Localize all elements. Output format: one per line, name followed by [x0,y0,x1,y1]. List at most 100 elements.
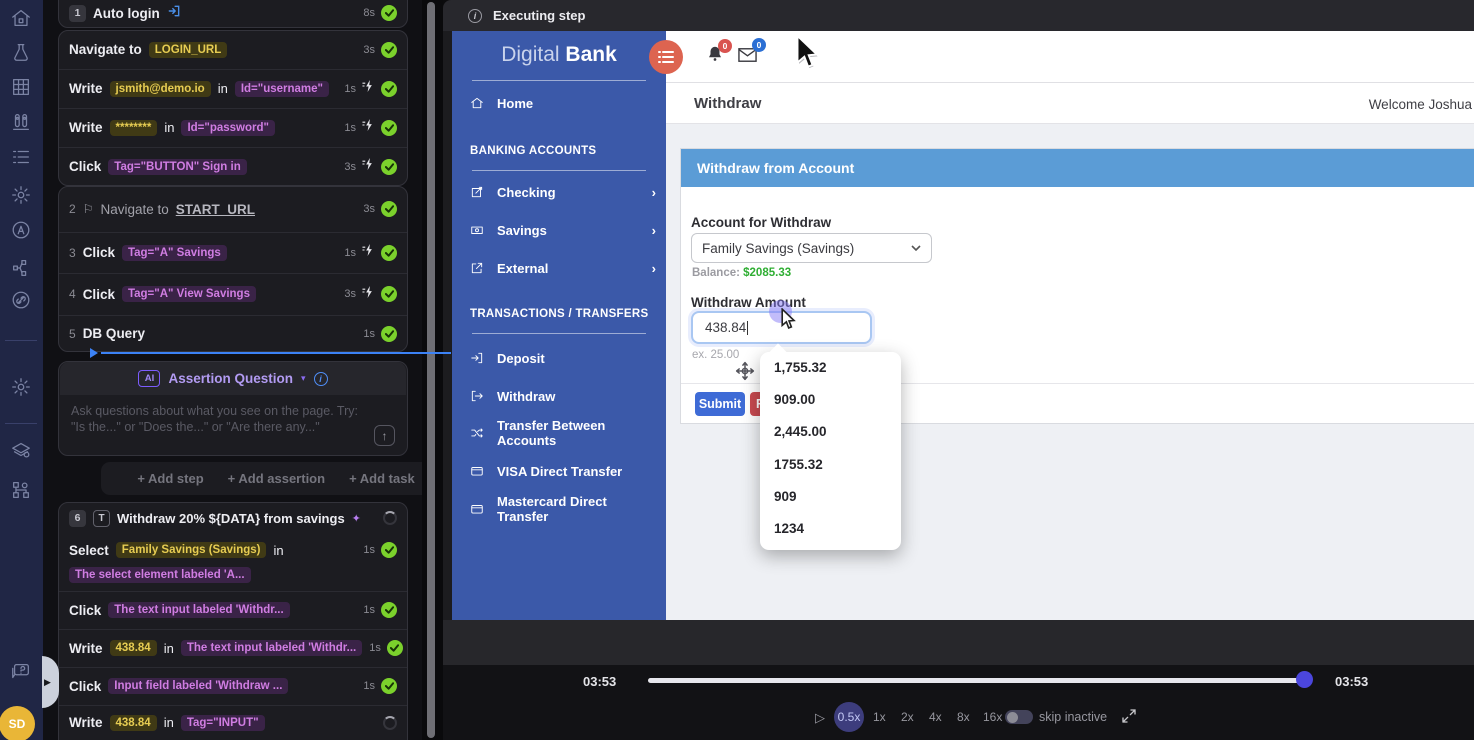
collections-icon[interactable] [10,111,32,133]
substep-row[interactable]: Click The text input labeled 'Withdr... … [58,591,408,629]
speed-2x-button[interactable]: 2x [901,710,914,724]
nav-deposit[interactable]: Deposit [470,349,656,367]
nav-section-banking: BANKING ACCOUNTS [470,145,596,157]
value-badge: jsmith@demo.io [110,81,211,97]
org-settings-icon[interactable] [10,479,32,501]
selector-badge: The text input labeled 'Withdr... [181,640,362,656]
rail-divider [5,340,37,341]
selector-badge: The text input labeled 'Withdr... [108,602,289,618]
progress-handle[interactable] [1296,671,1313,688]
info-icon[interactable]: i [314,372,328,386]
settings-gear-icon[interactable] [10,184,32,206]
executing-status-bar: i Executing step [443,0,1474,31]
speed-4x-button[interactable]: 4x [929,710,942,724]
play-icon[interactable]: ▷ [815,710,825,726]
tests-flask-icon[interactable] [10,41,32,63]
chevron-down-icon [911,245,921,251]
bank-sidebar: Digital Bank Home BANKING ACCOUNTS Check… [452,31,666,620]
pipelines-icon[interactable] [10,257,32,279]
add-step-button[interactable]: + Add step [137,471,203,486]
autocomplete-option[interactable]: 2,445.00 [774,424,827,439]
step6-header-row[interactable]: 6 T Withdraw 20% ${DATA} from savings ✦ [58,505,408,531]
menu-icon [658,50,674,64]
step-duration: 3s [344,288,356,300]
success-check-icon [381,602,397,618]
running-spinner [383,511,397,525]
autocomplete-option[interactable]: 1234 [774,521,804,536]
add-assertion-button[interactable]: + Add assertion [228,471,325,486]
balance-value: $2085.33 [743,267,791,279]
send-arrow-button[interactable]: ↑ [374,425,395,446]
step3-row[interactable]: 3 Click Tag="A" Savings 1s [58,232,408,273]
autocomplete-option[interactable]: 1755.32 [774,457,823,472]
assertion-input[interactable]: Ask questions about what you see on the … [71,403,371,436]
user-avatar[interactable]: SD [0,706,35,740]
balance-text: Balance: $2085.33 [692,267,791,279]
value-badge: LOGIN_URL [149,42,227,58]
substep-row[interactable]: Write jsmith@demo.io in Id="username" 1s [58,69,408,108]
vertical-scrollbar[interactable] [427,2,435,738]
step4-row[interactable]: 4 Click Tag="A" View Savings 3s [58,273,408,315]
nav-withdraw[interactable]: Withdraw [470,387,656,405]
home-icon[interactable] [10,7,32,29]
success-check-icon [381,245,397,261]
nav-label: Savings [497,223,547,238]
nav-external[interactable]: External › [470,259,656,277]
checklist-icon[interactable] [10,146,32,168]
step1-row[interactable]: 1 Auto login 8s [58,0,408,28]
progress-track[interactable] [648,678,1312,683]
speed-1x-button[interactable]: 1x [873,710,886,724]
speed-8x-button[interactable]: 8x [957,710,970,724]
add-buttons-row: + Add step + Add assertion + Add task [101,462,451,495]
link-icon[interactable] [10,289,32,311]
nav-home[interactable]: Home [470,94,656,112]
screen: SD 1 Auto login 8s Navigate to LOGIN_URL… [0,0,1474,740]
skip-inactive-label: skip inactive [1039,710,1107,724]
nav-transfer-between-accounts[interactable]: Transfer Between Accounts [470,424,656,442]
account-select[interactable]: Family Savings (Savings) [691,233,932,263]
executing-step-label: Executing step [493,8,585,23]
nav-mastercard-direct-transfer[interactable]: Mastercard Direct Transfer [470,500,656,518]
help-chat-icon[interactable] [10,661,32,683]
substep-row[interactable]: Click Input field labeled 'Withdraw ... … [58,667,408,705]
elapsed-time: 03:53 [583,674,616,689]
substep-row[interactable]: Select Family Savings (Savings) in 1s [58,537,408,563]
nav-savings[interactable]: Savings › [470,221,656,239]
chevron-down-icon[interactable]: ▾ [301,373,306,384]
speed-16x-button[interactable]: 16x [983,710,1002,724]
autocomplete-option[interactable]: 909 [774,489,797,504]
speed-0.5x-button[interactable]: 0.5x [834,702,864,732]
nav-checking[interactable]: Checking › [470,183,656,201]
autocomplete-option[interactable]: 909.00 [774,392,815,407]
submit-button[interactable]: Submit [695,392,745,416]
autocomplete-option[interactable]: 1,755.32 [774,360,827,375]
mail-icon[interactable] [738,48,757,67]
bank-header: 0 0 ? [666,31,1474,83]
step2-row[interactable]: 2 ⚐ Navigate to START_URL 3s [58,188,408,230]
grid-icon[interactable] [10,76,32,98]
skip-inactive-toggle[interactable] [1005,710,1033,724]
substep-row[interactable]: Write ******** in Id="password" 1s [58,108,408,147]
assertion-question-box: AI Assertion Question ▾ i Ask questions … [58,361,408,456]
nav-label: Home [497,96,533,111]
success-check-icon [381,286,397,302]
sidebar-toggle-button[interactable] [649,40,683,74]
fullscreen-icon[interactable] [1121,708,1137,729]
edit-square-icon [470,185,484,199]
assertion-header[interactable]: AI Assertion Question ▾ i [60,362,406,395]
persona-icon[interactable] [10,219,32,241]
substep-row[interactable]: Click Tag="BUTTON" Sign in 3s [58,147,408,186]
credit-card-icon [470,502,484,516]
substep-row[interactable]: Write 438.84 in The text input labeled '… [58,629,408,667]
substep-row[interactable]: Navigate to LOGIN_URL 3s [58,30,408,69]
start-url-link[interactable]: START_URL [176,202,255,217]
add-task-button[interactable]: + Add task [349,471,415,486]
stack-settings-icon[interactable] [10,439,32,461]
nav-visa-direct-transfer[interactable]: VISA Direct Transfer [470,462,656,480]
preferences-gear-icon[interactable] [10,376,32,398]
credit-card-icon [470,464,484,478]
step5-row[interactable]: 5 DB Query 1s [58,315,408,352]
bank-logo[interactable]: Digital Bank [452,43,666,67]
step-duration: 3s [363,44,375,56]
substep-row[interactable]: Write 438.84 in Tag="INPUT" [58,705,408,740]
